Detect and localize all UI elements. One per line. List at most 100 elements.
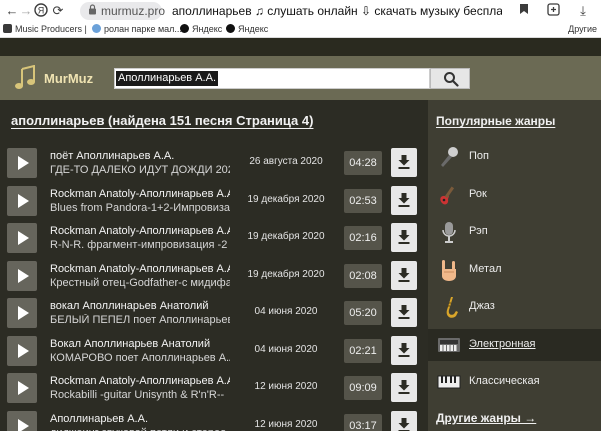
popular-genres-title[interactable]: Популярные жанры — [436, 114, 555, 128]
piano-keys-icon — [437, 370, 461, 394]
download-icon — [398, 192, 410, 207]
download-icon — [398, 417, 410, 431]
track-row[interactable]: Rockman Anatoly-Аполлинарьев А.А. R-N-R. … — [0, 220, 428, 257]
track-date: 12 июня 2020 — [254, 418, 318, 430]
track-title[interactable]: КОМАРОВО поет Аполлинарьев А.А. — [50, 352, 230, 364]
download-icon — [398, 267, 410, 282]
studio-mic-icon — [437, 220, 461, 244]
play-button[interactable] — [7, 335, 37, 366]
play-button[interactable] — [7, 223, 37, 253]
play-button[interactable] — [7, 185, 37, 216]
track-row[interactable]: Rockman Anatoly-Аполлинарьев А.А. Blues f… — [0, 183, 428, 220]
download-button[interactable] — [391, 298, 417, 327]
microphone-icon — [437, 145, 461, 169]
track-artist[interactable]: Вокал Аполлинарьев Анатолий — [50, 338, 230, 350]
track-row[interactable]: Rockman Anatoly-Аполлинарьев А.А. Крестны… — [0, 258, 428, 295]
genre-item[interactable]: Поп — [428, 141, 601, 173]
download-button[interactable] — [391, 373, 417, 402]
search-button[interactable] — [430, 68, 470, 89]
music-note-icon — [15, 65, 35, 89]
track-duration: 02:16 — [344, 226, 382, 250]
forward-icon[interactable]: → — [18, 3, 34, 19]
bookmarks-bar: Music Producers | ролан парке мал... Янд… — [0, 22, 601, 38]
track-artist[interactable]: вокал Аполлинарьев Анатолий — [50, 300, 230, 312]
bookmark-item[interactable]: ролан парке мал... — [92, 23, 182, 36]
track-duration: 02:08 — [344, 263, 382, 288]
track-title[interactable]: диджеинг звуковой петли и стерео — [50, 427, 230, 431]
search-selected-text: Аполлинарьев А.А. — [116, 71, 218, 86]
track-date: 19 декабря 2020 — [247, 193, 325, 205]
genre-item[interactable]: Классическая — [428, 366, 601, 398]
track-title[interactable]: Rockabilli -guitar Unisynth & R'n'R-- — [50, 389, 230, 401]
track-artist[interactable]: поёт Аполлинарьев А.А. — [50, 150, 230, 162]
genre-label: Метал — [469, 262, 502, 275]
track-artist[interactable]: Rockman Anatoly-Аполлинарьев А.А. — [50, 263, 230, 275]
download-icon[interactable]: ⤓ — [575, 3, 591, 19]
bookmark-item[interactable]: Яндекс — [226, 23, 268, 36]
track-duration: 05:20 — [344, 301, 382, 325]
browser-toolbar: ← → Я ⟳ murmuz.pro аполлинарьев ♫ слушат… — [0, 0, 601, 22]
yandex-protect-icon[interactable]: Я — [33, 3, 49, 19]
track-title[interactable]: БЕЛЫЙ ПЕПЕЛ поет Аполлинарьев — [50, 314, 230, 326]
track-row[interactable]: Вокал Аполлинарьев Анатолий КОМАРОВО поет… — [0, 333, 428, 370]
track-date: 26 августа 2020 — [249, 156, 323, 167]
track-title[interactable]: ГДЕ-ТО ДАЛЕКО ИДУТ ДОЖДИ 2020 — [50, 164, 230, 176]
genre-item[interactable]: Метал — [428, 254, 601, 286]
saxophone-icon — [437, 295, 461, 319]
genre-label: Джаз — [469, 300, 495, 312]
download-icon — [398, 230, 410, 244]
track-duration: 02:53 — [344, 188, 382, 213]
track-row[interactable]: Rockman Anatoly-Аполлинарьев А.А. Rockabi… — [0, 370, 428, 407]
download-icon — [398, 155, 410, 169]
play-button[interactable] — [7, 373, 37, 403]
other-genres-link[interactable]: Другие жанры → — [436, 411, 536, 425]
yandex-icon — [180, 24, 189, 33]
rock-hand-icon — [437, 258, 461, 282]
download-button[interactable] — [391, 335, 417, 365]
genre-label: Классическая — [469, 375, 540, 387]
download-icon — [398, 342, 410, 357]
track-row[interactable]: поёт Аполлинарьев А.А. ГДЕ-ТО ДАЛЕКО ИДУТ… — [0, 145, 428, 182]
download-button[interactable] — [391, 185, 417, 215]
play-button[interactable] — [7, 298, 37, 328]
download-button[interactable] — [391, 410, 417, 431]
play-button[interactable] — [7, 410, 37, 431]
track-title[interactable]: Крестный отец-Godfather-с мидифайлом — [50, 277, 230, 289]
genre-item[interactable]: Джаз — [428, 291, 601, 323]
download-button[interactable] — [391, 148, 417, 177]
site-logo[interactable]: MurMuz — [44, 71, 93, 86]
bookmark-icon[interactable] — [516, 3, 532, 19]
svg-text:Я: Я — [38, 6, 45, 16]
bookmark-item[interactable]: Яндекс — [180, 23, 222, 36]
genre-item[interactable]: Рэп — [428, 216, 601, 248]
track-row[interactable]: Аполлинарьев А.А. диджеинг звуковой петли… — [0, 408, 428, 431]
download-icon — [398, 380, 410, 394]
download-button[interactable] — [391, 260, 417, 290]
synthesizer-icon — [437, 333, 461, 357]
extensions-icon[interactable] — [545, 3, 561, 19]
play-button[interactable] — [7, 148, 37, 178]
track-row[interactable]: вокал Аполлинарьев Анатолий БЕЛЫЙ ПЕПЕЛ п… — [0, 295, 428, 332]
track-date: 04 июня 2020 — [254, 306, 318, 317]
track-duration: 03:17 — [344, 413, 382, 431]
track-title[interactable]: Blues from Pandora-1+2-Импровизация — [50, 202, 230, 214]
bookmark-item[interactable]: Music Producers | — [3, 23, 87, 36]
download-button[interactable] — [391, 223, 417, 252]
genre-label: Рэп — [469, 225, 488, 237]
track-date: 12 июня 2020 — [254, 381, 318, 392]
reload-icon[interactable]: ⟳ — [50, 3, 66, 19]
track-duration: 09:09 — [344, 376, 382, 400]
genre-item[interactable]: Рок — [428, 179, 601, 211]
track-title[interactable]: R-N-R. фрагмент-импровизация -2 — [50, 239, 230, 251]
other-bookmarks[interactable]: Другие — [568, 23, 597, 36]
address-text: murmuz.pro — [101, 4, 166, 18]
track-artist[interactable]: Аполлинарьев А.А. — [50, 413, 230, 425]
music-producers-icon — [3, 24, 12, 33]
play-button[interactable] — [7, 260, 37, 291]
genre-item[interactable]: Электронная — [428, 328, 601, 361]
track-artist[interactable]: Rockman Anatoly-Аполлинарьев А.А. — [50, 375, 230, 387]
genre-label: Рок — [469, 187, 487, 200]
lock-icon — [89, 4, 96, 15]
track-artist[interactable]: Rockman Anatoly-Аполлинарьев А.А. — [50, 188, 230, 200]
track-artist[interactable]: Rockman Anatoly-Аполлинарьев А.А. — [50, 225, 230, 237]
